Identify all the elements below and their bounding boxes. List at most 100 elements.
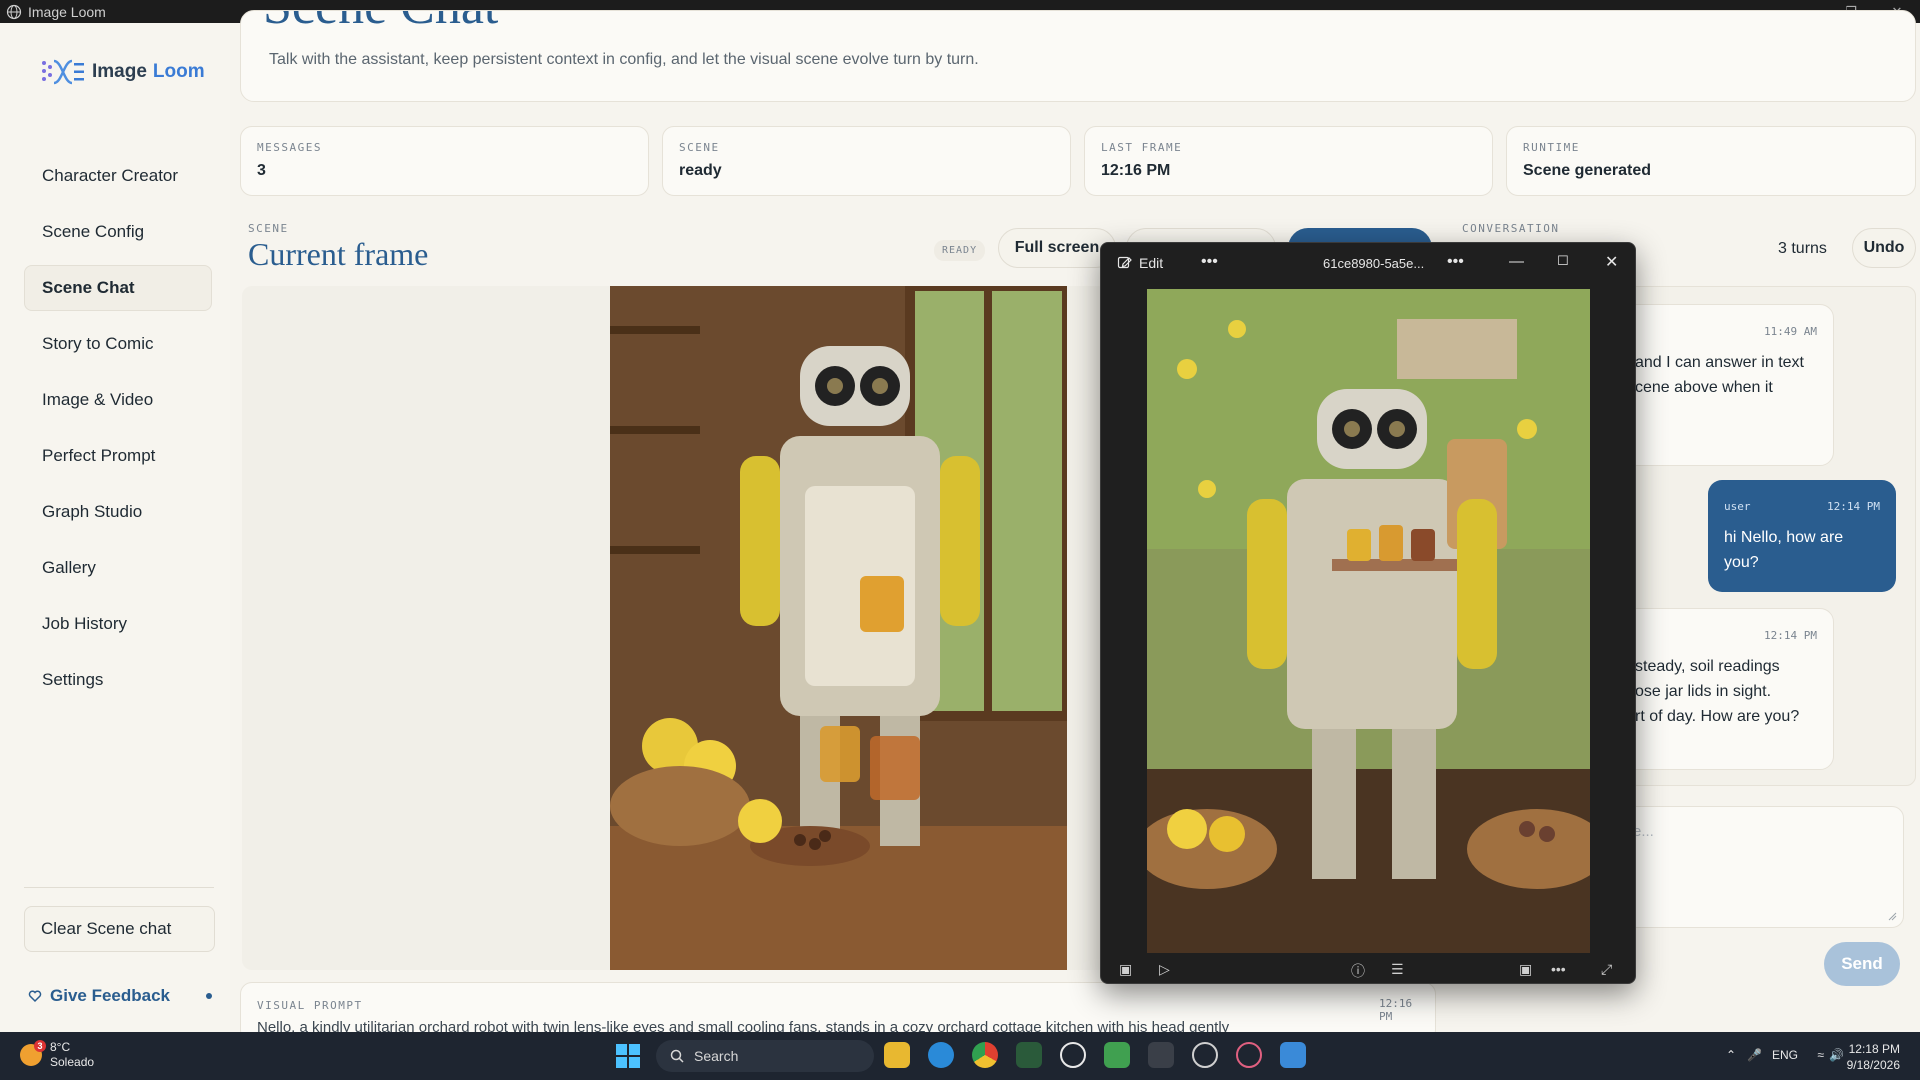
scene-kicker: SCENE xyxy=(248,222,289,235)
give-feedback-label: Give Feedback xyxy=(50,986,171,1005)
viewer-close-button[interactable]: ✕ xyxy=(1605,252,1618,272)
logo-text-image: Image xyxy=(92,61,147,82)
sidebar-item-scene-config[interactable]: Scene Config xyxy=(24,209,212,255)
taskbar-search[interactable]: Search xyxy=(656,1040,874,1072)
tray-chevron-up-icon[interactable]: ⌃ xyxy=(1726,1048,1736,1062)
stat-value: 12:16 PM xyxy=(1101,162,1171,179)
logo-text-loom: Loom xyxy=(152,61,205,82)
sidebar-item-graph-studio[interactable]: Graph Studio xyxy=(24,489,212,535)
chat-message-assistant: 12:14 PM steady, soil readings ose jar l… xyxy=(1618,608,1834,770)
slideshow-icon[interactable]: ▷ xyxy=(1159,961,1170,978)
visual-prompt-time: 12:16 PM xyxy=(1379,997,1413,1023)
stat-value: 3 xyxy=(257,162,266,179)
message-time: 11:49 AM xyxy=(1764,325,1817,338)
resize-handle-icon[interactable] xyxy=(1887,911,1897,921)
compose-placeholder: e... xyxy=(1633,823,1654,840)
message-time: 12:14 PM xyxy=(1827,500,1880,513)
edit-image-icon xyxy=(1117,256,1132,269)
viewer-maximize-button[interactable]: ☐ xyxy=(1557,253,1569,269)
file-explorer-icon[interactable] xyxy=(884,1042,910,1068)
microphone-icon[interactable]: 🎤 xyxy=(1747,1048,1762,1062)
stat-value: ready xyxy=(679,162,722,179)
globe-app-icon[interactable] xyxy=(1192,1042,1218,1068)
undo-button[interactable]: Undo xyxy=(1852,228,1916,268)
chrome-browser-icon[interactable] xyxy=(972,1042,998,1068)
stat-last-frame: LAST FRAME 12:16 PM xyxy=(1084,126,1493,196)
sidebar-item-scene-chat[interactable]: Scene Chat xyxy=(24,265,212,311)
give-feedback-link[interactable]: Give Feedback xyxy=(28,986,216,1006)
robot-kitchen-illustration xyxy=(610,281,1072,970)
volume-icon[interactable]: 🔊 xyxy=(1829,1048,1844,1062)
weather-widget[interactable]: 3 8°C Soleado xyxy=(20,1040,94,1070)
chatgpt-icon[interactable] xyxy=(1060,1042,1086,1068)
sidebar-item-job-history[interactable]: Job History xyxy=(24,601,212,647)
turn-count: 3 turns xyxy=(1778,240,1827,257)
sun-icon: 3 xyxy=(20,1040,46,1066)
sidebar-item-character-creator[interactable]: Character Creator xyxy=(24,153,212,199)
weather-badge: 3 xyxy=(34,1040,46,1052)
search-icon xyxy=(670,1049,684,1063)
scene-title: Current frame xyxy=(248,236,429,272)
stat-label: MESSAGES xyxy=(257,141,322,154)
message-text: and I can answer in text cene above when… xyxy=(1635,354,1804,396)
full-screen-button[interactable]: Full screen xyxy=(998,228,1116,268)
globe-icon xyxy=(6,4,22,19)
heart-icon xyxy=(28,990,42,1003)
chat-message-assistant: 11:49 AM and I can answer in text cene a… xyxy=(1618,304,1834,466)
adjust-icon[interactable]: ☰ xyxy=(1391,961,1404,978)
sidebar-nav: Character Creator Scene Config Scene Cha… xyxy=(24,153,212,713)
sidebar-divider xyxy=(24,887,214,888)
viewer-photo[interactable] xyxy=(1137,289,1607,953)
stat-label: LAST FRAME xyxy=(1101,141,1183,154)
info-icon[interactable]: ⓘ xyxy=(1351,961,1365,981)
viewer-more-options-icon[interactable]: ••• xyxy=(1201,253,1218,271)
app-icon-pink[interactable] xyxy=(1236,1042,1262,1068)
conversation-kicker: CONVERSATION xyxy=(1462,222,1560,235)
message-text: steady, soil readings ose jar lids in si… xyxy=(1635,658,1800,725)
sidebar-item-gallery[interactable]: Gallery xyxy=(24,545,212,591)
viewer-more-icon[interactable]: ••• xyxy=(1551,961,1566,977)
filmstrip-icon[interactable]: ▣ xyxy=(1119,961,1132,978)
viewer-window-menu-icon[interactable]: ••• xyxy=(1447,253,1464,271)
sidebar-item-settings[interactable]: Settings xyxy=(24,657,212,703)
stat-label: SCENE xyxy=(679,141,720,154)
image-loom-taskbar-icon[interactable] xyxy=(1280,1042,1306,1068)
app-logo[interactable]: Image Loom xyxy=(40,57,205,87)
stat-value: Scene generated xyxy=(1523,162,1652,179)
notepad-icon[interactable] xyxy=(1104,1042,1130,1068)
capture-icon[interactable]: ▣ xyxy=(1519,961,1532,978)
page-header: Scene Chat Talk with the assistant, keep… xyxy=(240,10,1916,102)
stat-runtime: RUNTIME Scene generated xyxy=(1506,126,1916,196)
robot-orchard-illustration xyxy=(1137,289,1607,953)
sidebar-item-image-video[interactable]: Image & Video xyxy=(24,377,212,423)
clock-date: 9/18/2026 xyxy=(1846,1058,1900,1072)
app-icon-terminal-green[interactable] xyxy=(1016,1042,1042,1068)
send-button[interactable]: Send xyxy=(1824,942,1900,986)
clear-scene-chat-button[interactable]: Clear Scene chat xyxy=(24,906,215,952)
chat-message-user: user 12:14 PM hi Nello, how are you? xyxy=(1708,480,1896,592)
message-author: user xyxy=(1724,500,1751,513)
sidebar-item-perfect-prompt[interactable]: Perfect Prompt xyxy=(24,433,212,479)
viewer-minimize-button[interactable]: — xyxy=(1509,253,1524,270)
stat-messages: MESSAGES 3 xyxy=(240,126,649,196)
wifi-icon[interactable]: ≈ xyxy=(1817,1048,1824,1062)
language-indicator[interactable]: ENG xyxy=(1772,1048,1798,1062)
terminal-icon[interactable] xyxy=(1148,1042,1174,1068)
feedback-indicator-dot xyxy=(206,993,212,999)
current-frame-image[interactable] xyxy=(610,281,1072,970)
edge-browser-icon[interactable] xyxy=(928,1042,954,1068)
message-text: hi Nello, how are you? xyxy=(1724,529,1844,571)
viewer-filename: 61ce8980-5a5e... xyxy=(1323,256,1425,271)
sidebar-item-story-to-comic[interactable]: Story to Comic xyxy=(24,321,212,367)
page-description: Talk with the assistant, keep persistent… xyxy=(269,51,979,68)
viewer-toolbar: Edit ••• 61ce8980-5a5e... ••• — ☐ ✕ xyxy=(1101,243,1637,285)
photo-viewer-window: Edit ••• 61ce8980-5a5e... ••• — ☐ ✕ ▣ ▷ … xyxy=(1100,242,1636,984)
image-loom-logo-icon xyxy=(42,59,84,85)
taskbar: 3 8°C Soleado Search ⌃ 🎤 ENG ≈ 🔊 12:18 P… xyxy=(0,1032,1920,1080)
viewer-bottom-toolbar: ▣ ▷ ⓘ ☰ ▣ ••• ⤢ xyxy=(1101,953,1637,985)
viewer-edit-button[interactable]: Edit xyxy=(1117,255,1163,271)
taskbar-clock[interactable]: 12:18 PM 9/18/2026 xyxy=(1847,1041,1900,1073)
expand-icon[interactable]: ⤢ xyxy=(1601,961,1612,978)
weather-desc: Soleado xyxy=(50,1055,95,1069)
windows-start-icon[interactable] xyxy=(616,1044,640,1068)
